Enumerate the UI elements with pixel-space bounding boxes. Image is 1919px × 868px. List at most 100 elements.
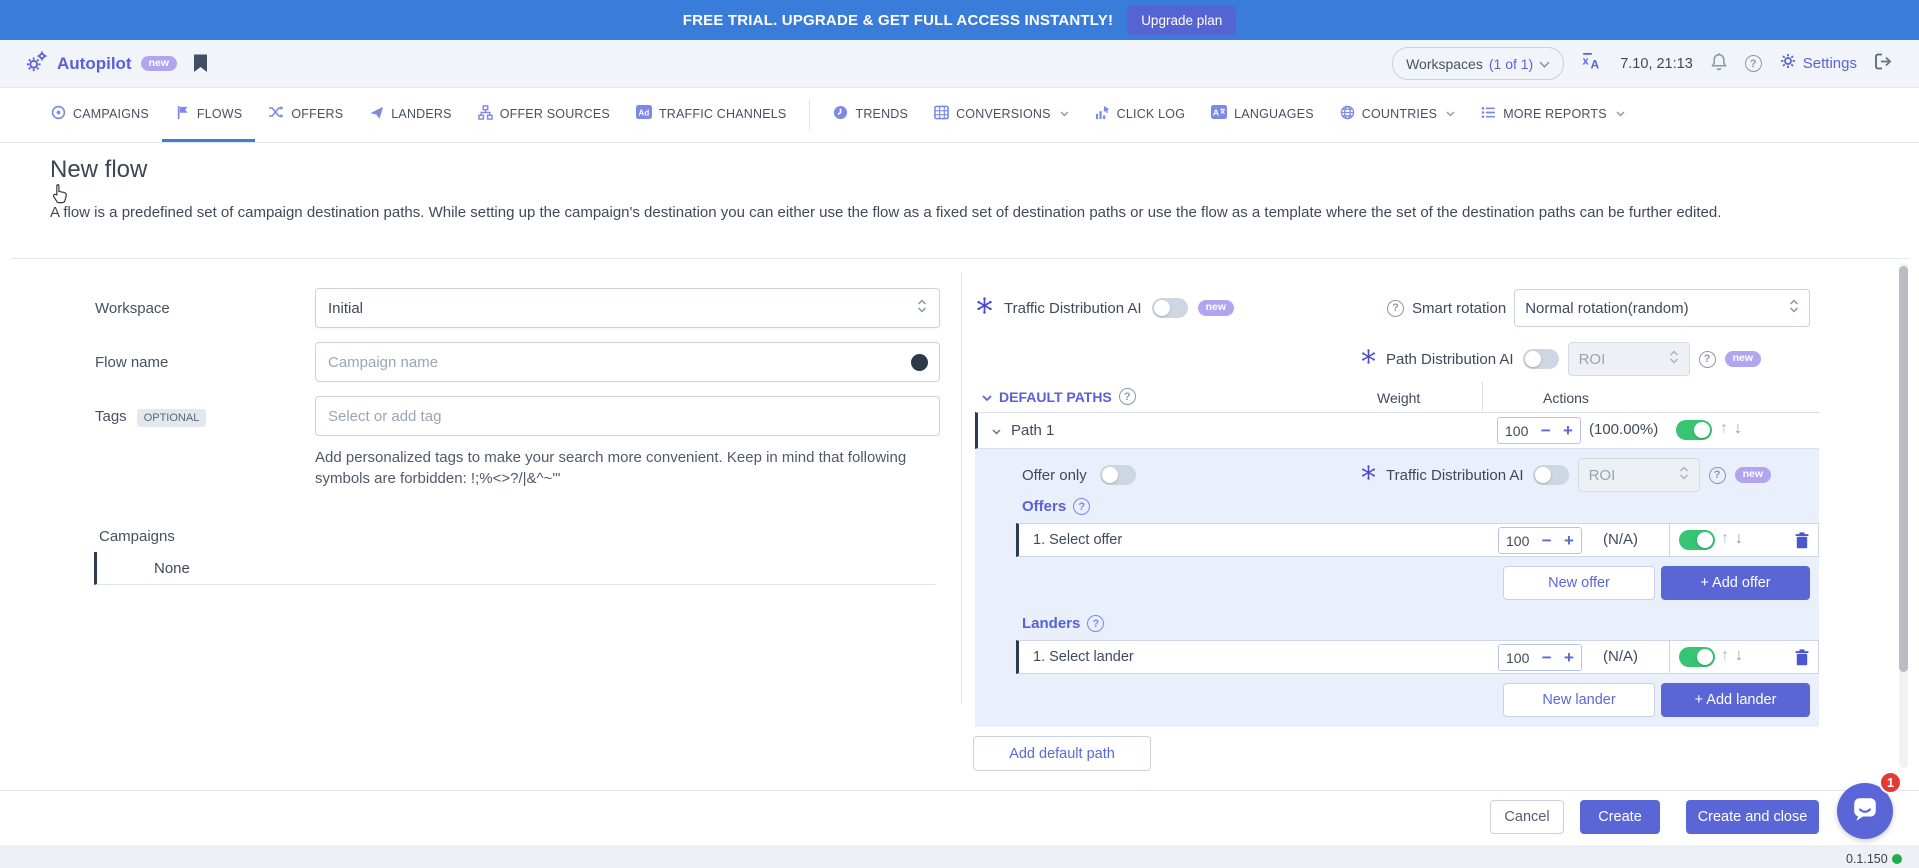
smart-rotation-value: Normal rotation(random) [1525,300,1688,317]
ai-icon [1360,348,1377,370]
ad-square-icon: Ad [636,105,652,122]
help-icon[interactable]: ? [1709,467,1726,484]
column-divider [961,272,962,704]
nav-offers[interactable]: OFFERS [255,88,356,142]
click-chart-icon [1095,105,1110,123]
help-icon[interactable]: ? [1745,55,1762,72]
move-down-icon[interactable]: ↓ [1735,530,1743,548]
add-lander-button[interactable]: + Add lander [1661,683,1810,717]
offer-enabled-toggle[interactable] [1679,530,1715,550]
offer-only-toggle[interactable] [1100,465,1136,485]
path-row: Path 1 100 − + (100.00%) ↑ ↓ [975,412,1819,449]
add-offer-button[interactable]: + Add offer [1661,566,1810,600]
datetime: 7.10, 21:13 [1620,56,1693,72]
nav-flows[interactable]: FLOWS [162,88,255,142]
help-icon[interactable]: ? [1699,351,1716,368]
divider [11,258,1908,259]
lander-weight-box: 100 − + [1498,644,1582,671]
flow-name-input[interactable] [315,342,940,382]
svg-text:Ad: Ad [638,109,649,118]
nav-trends[interactable]: TRENDS [820,88,921,142]
cancel-button[interactable]: Cancel [1490,800,1564,834]
weight-plus-button[interactable]: + [1563,422,1573,439]
default-paths-header[interactable]: DEFAULT PATHS ? [982,388,1136,405]
new-offer-button[interactable]: New offer [1503,566,1655,600]
lander-name[interactable]: 1. Select lander [1033,649,1134,665]
scrollbar-thumb[interactable] [1899,266,1908,672]
nav-offer-sources[interactable]: OFFER SOURCES [465,88,623,142]
footer-divider [0,790,1919,791]
nav-click-log[interactable]: CLICK LOG [1082,88,1199,142]
hierarchy-icon [478,105,493,123]
traffic-ai-row: Traffic Distribution AI new [975,288,1234,328]
nav-languages[interactable]: A LANGUAGES [1198,88,1327,142]
trash-icon[interactable] [1795,532,1809,554]
weight-plus-button[interactable]: + [1564,532,1574,549]
move-down-icon[interactable]: ↓ [1734,420,1742,438]
move-up-icon[interactable]: ↑ [1720,420,1728,438]
help-icon[interactable]: ? [1087,615,1104,632]
settings-button[interactable]: Settings [1779,52,1857,75]
nav-label: OFFER SOURCES [500,107,610,121]
logout-icon[interactable] [1874,53,1893,75]
create-and-close-button[interactable]: Create and close [1686,800,1819,834]
flag-icon [175,105,190,123]
path-weight-value[interactable]: 100 [1505,423,1528,439]
traffic-ai-toggle[interactable] [1152,298,1188,318]
path-enabled-toggle[interactable] [1676,420,1712,440]
nav-traffic-channels[interactable]: Ad TRAFFIC CHANNELS [623,88,800,142]
offer-weight-value[interactable]: 100 [1506,533,1529,549]
chat-notification-badge: 1 [1879,771,1902,794]
workspaces-dropdown[interactable]: Workspaces (1 of 1) [1392,47,1564,80]
new-lander-button[interactable]: New lander [1503,683,1655,717]
nav-campaigns[interactable]: CAMPAIGNS [38,88,162,142]
move-up-icon[interactable]: ↑ [1721,647,1729,665]
path-ai-toggle[interactable] [1523,349,1559,369]
workspace-select[interactable]: Initial [315,288,940,328]
weight-minus-button[interactable]: − [1542,532,1552,549]
tags-input[interactable] [315,396,940,436]
settings-label: Settings [1803,55,1857,72]
stepper-icon [1679,465,1689,485]
add-default-path-button[interactable]: Add default path [973,736,1151,771]
help-icon[interactable]: ? [1119,388,1136,405]
target-icon [51,105,66,123]
bell-icon[interactable] [1710,52,1728,76]
trash-icon[interactable] [1795,649,1809,671]
path-ai-roi-select[interactable]: ROI [1568,342,1690,376]
smart-rotation-group: ? Smart rotation Normal rotation(random) [1387,288,1810,328]
smart-rotation-select[interactable]: Normal rotation(random) [1514,289,1810,327]
chevron-down-icon [1539,55,1550,73]
translate-icon[interactable]: x A [1581,52,1603,75]
nav-countries[interactable]: COUNTRIES [1327,88,1468,142]
lander-stat: (N/A) [1603,648,1638,665]
move-up-icon[interactable]: ↑ [1721,530,1729,548]
actions-column-header: Actions [1543,390,1589,406]
path-toggle[interactable]: Path 1 [992,422,1054,439]
nav-label: OFFERS [291,107,343,121]
create-button[interactable]: Create [1580,800,1660,834]
path-traffic-ai-toggle[interactable] [1533,465,1569,485]
row-divider [1669,641,1670,673]
brand[interactable]: Autopilot new [26,50,177,77]
offer-only-label: Offer only [1022,467,1087,484]
nav-more-reports[interactable]: MORE REPORTS [1468,88,1638,142]
nav-landers[interactable]: LANDERS [356,88,464,142]
upgrade-plan-button[interactable]: Upgrade plan [1127,6,1236,35]
nav-conversions[interactable]: CONVERSIONS [921,88,1082,142]
offer-name[interactable]: 1. Select offer [1033,532,1122,548]
svg-text:A: A [1591,58,1600,71]
path-weight-percent: (100.00%) [1589,421,1658,438]
weight-minus-button[interactable]: − [1542,649,1552,666]
nav-label: TRAFFIC CHANNELS [659,107,787,121]
dark-circle-indicator[interactable] [911,354,928,371]
weight-plus-button[interactable]: + [1564,649,1574,666]
lander-enabled-toggle[interactable] [1679,647,1715,667]
help-icon[interactable]: ? [1387,300,1404,317]
move-down-icon[interactable]: ↓ [1735,647,1743,665]
help-icon[interactable]: ? [1073,498,1090,515]
bookmark-icon[interactable] [193,54,208,73]
weight-minus-button[interactable]: − [1541,422,1551,439]
lander-weight-value[interactable]: 100 [1506,650,1529,666]
path-roi-select[interactable]: ROI [1578,458,1700,492]
